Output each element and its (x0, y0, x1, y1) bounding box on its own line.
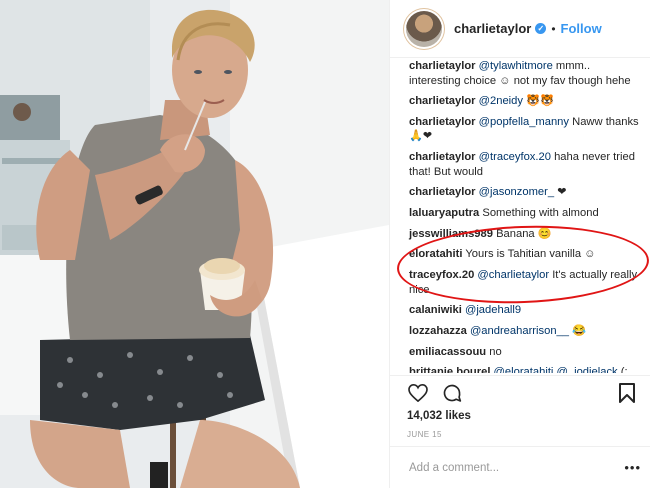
comment-username[interactable]: emiliacassouu (409, 346, 486, 358)
comment-text: 🐯🐯 (526, 95, 554, 108)
comment-bubble-icon[interactable] (441, 382, 463, 404)
post-photo[interactable] (0, 0, 389, 488)
comment-username[interactable]: laluaryaputra (409, 207, 479, 219)
comment-row: traceyfox.20 @charlietaylor It's actuall… (409, 268, 643, 297)
comment-text: ❤ (557, 186, 567, 199)
comment-mention[interactable]: @popfella_manny (479, 116, 569, 128)
comment-mention[interactable]: @jasonzomer_ (479, 186, 554, 198)
bookmark-icon[interactable] (616, 382, 638, 404)
comment-row: eloratahiti Yours is Tahitian vanilla ☺ (409, 247, 643, 262)
photo-illustration (0, 0, 389, 488)
comment-username[interactable]: charlietaylor (409, 60, 476, 72)
comment-row: laluaryaputra Something with almond (409, 206, 643, 221)
action-bar: 14,032 likes JUNE 15 (390, 375, 650, 439)
comment-username[interactable]: traceyfox.20 (409, 269, 474, 281)
comment-username[interactable]: jesswilliams989 (409, 228, 493, 240)
comment-text: Yours is Tahitian vanilla ☺ (465, 248, 596, 261)
comment-row: jesswilliams989 Banana 😊 (409, 227, 643, 242)
comment-row: lozzahazza @andreaharrison__ 😂 (409, 324, 643, 339)
comment-mention[interactable]: @2neidy (479, 95, 523, 107)
comment-text: no (489, 345, 502, 358)
avatar[interactable] (406, 10, 442, 47)
likes-count[interactable]: 14,032 likes (407, 410, 638, 422)
comment-text: Banana 😊 (496, 227, 552, 240)
comment-row: charlietaylor @traceyfox.20 haha never t… (409, 150, 643, 179)
comment-username[interactable]: charlietaylor (409, 95, 476, 107)
comment-mention[interactable]: @jadehall9 (465, 304, 521, 316)
comment-username[interactable]: charlietaylor (409, 116, 476, 128)
comment-row: calaniwiki @jadehall9 (409, 303, 643, 318)
comment-text: 😂 (572, 324, 587, 337)
post-sidebar: charlietaylor ✓ • Follow charlietaylor @… (389, 0, 650, 488)
comment-row: charlietaylor @popfella_manny Naww thank… (409, 115, 643, 144)
comment-username[interactable]: lozzahazza (409, 325, 467, 337)
comment-username[interactable]: eloratahiti (409, 248, 462, 260)
comment-list: charlietaylor @tylawhitmore mmm.. intere… (390, 59, 650, 373)
comment-username[interactable]: calaniwiki (409, 304, 462, 316)
comment-username[interactable]: brittanie.bourel (409, 366, 490, 373)
comment-row: charlietaylor @tylawhitmore mmm.. intere… (409, 59, 643, 88)
post-date: JUNE 15 (407, 430, 442, 439)
more-options-icon[interactable]: ••• (624, 460, 641, 475)
comment-text: (: (620, 366, 628, 373)
comment-mention[interactable]: @andreaharrison__ (470, 325, 569, 337)
header-separator: • (551, 21, 556, 36)
comment-row: emiliacassouu no (409, 345, 643, 360)
comment-row: charlietaylor @2neidy 🐯🐯 (409, 94, 643, 109)
heart-icon[interactable] (407, 382, 429, 404)
comment-row: brittanie.bourel @eloratahiti @_jodielac… (409, 365, 643, 373)
post-header: charlietaylor ✓ • Follow (390, 0, 650, 58)
add-comment-bar: ••• (390, 446, 650, 488)
comment-text: Something with almond (482, 206, 599, 219)
header-username[interactable]: charlietaylor (454, 21, 531, 36)
comment-row: charlietaylor @jasonzomer_ ❤ (409, 185, 643, 200)
comment-mention[interactable]: @tylawhitmore (479, 60, 553, 72)
comment-input[interactable] (409, 461, 625, 474)
comment-username[interactable]: charlietaylor (409, 151, 476, 163)
comment-username[interactable]: charlietaylor (409, 186, 476, 198)
verified-badge-icon: ✓ (535, 23, 547, 34)
comment-mention[interactable]: @traceyfox.20 (479, 151, 551, 163)
comment-mention[interactable]: @eloratahiti @_jodielack (494, 366, 618, 373)
comment-mention[interactable]: @charlietaylor (477, 269, 549, 281)
follow-button[interactable]: Follow (561, 21, 602, 36)
